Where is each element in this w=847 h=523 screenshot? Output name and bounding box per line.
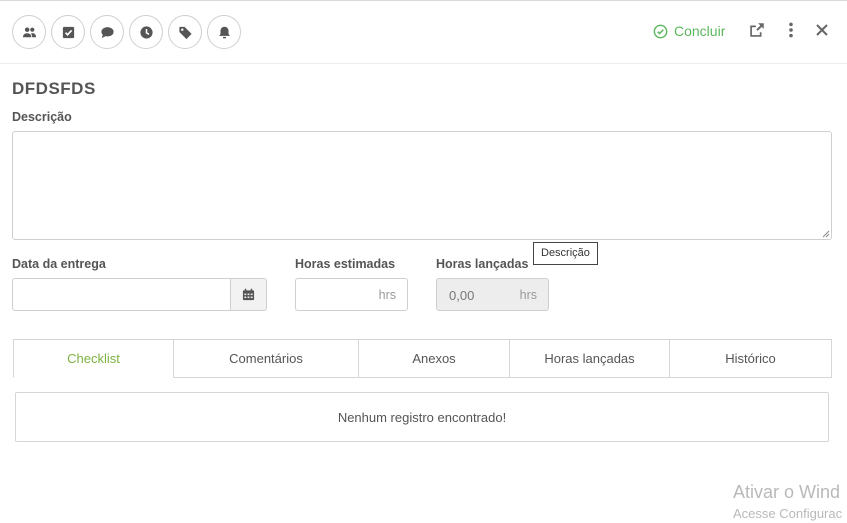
data-entrega-label: Data da entrega (12, 257, 106, 271)
calendar-button[interactable] (230, 278, 267, 311)
more-vertical-icon[interactable] (780, 19, 802, 41)
windows-activation-subtitle: Acesse Configurac (733, 506, 843, 521)
horas-lancadas-suffix: hrs (519, 288, 537, 302)
users-icon[interactable] (12, 15, 46, 49)
data-entrega-input[interactable] (12, 278, 231, 311)
horas-lancadas-value: 0,00 (449, 288, 475, 303)
calendar-icon (242, 288, 255, 301)
app-window: Concluir DFDSFDS Descrição Descrição Dat… (0, 0, 847, 523)
horas-lancadas-label: Horas lançadas (436, 257, 529, 271)
horas-estimadas-input[interactable]: hrs (295, 278, 408, 311)
bell-icon[interactable] (207, 15, 241, 49)
description-tooltip: Descrição (533, 242, 598, 265)
clock-icon[interactable] (129, 15, 163, 49)
windows-activation-title: Ativar o Wind (733, 482, 841, 502)
description-label: Descrição (12, 110, 72, 124)
tab-anexos[interactable]: Anexos (358, 339, 510, 378)
empty-state: Nenhum registro encontrado! (15, 392, 829, 442)
concluir-button[interactable]: Concluir (653, 21, 725, 41)
horas-lancadas-input: 0,00 hrs (436, 278, 549, 311)
concluir-label: Concluir (674, 23, 726, 39)
tab-checklist[interactable]: Checklist (13, 339, 174, 378)
empty-message: Nenhum registro encontrado! (337, 409, 507, 425)
tab-horas-lancadas[interactable]: Horas lançadas (509, 339, 670, 378)
toolbar: Concluir (0, 0, 847, 64)
checkbox-icon[interactable] (51, 15, 85, 49)
horas-estimadas-label: Horas estimadas (295, 257, 396, 271)
task-title: DFDSFDS (12, 79, 96, 98)
comment-icon[interactable] (90, 15, 124, 49)
tag-icon[interactable] (168, 15, 202, 49)
check-circle-icon (653, 24, 668, 38)
share-icon[interactable] (746, 19, 768, 41)
resize-grip-icon[interactable] (820, 228, 830, 238)
tab-historico[interactable]: Histórico (669, 339, 832, 378)
close-icon[interactable] (811, 19, 833, 41)
tab-comentarios[interactable]: Comentários (173, 339, 359, 378)
horas-estimadas-suffix: hrs (378, 288, 396, 302)
description-textarea[interactable] (12, 131, 832, 240)
